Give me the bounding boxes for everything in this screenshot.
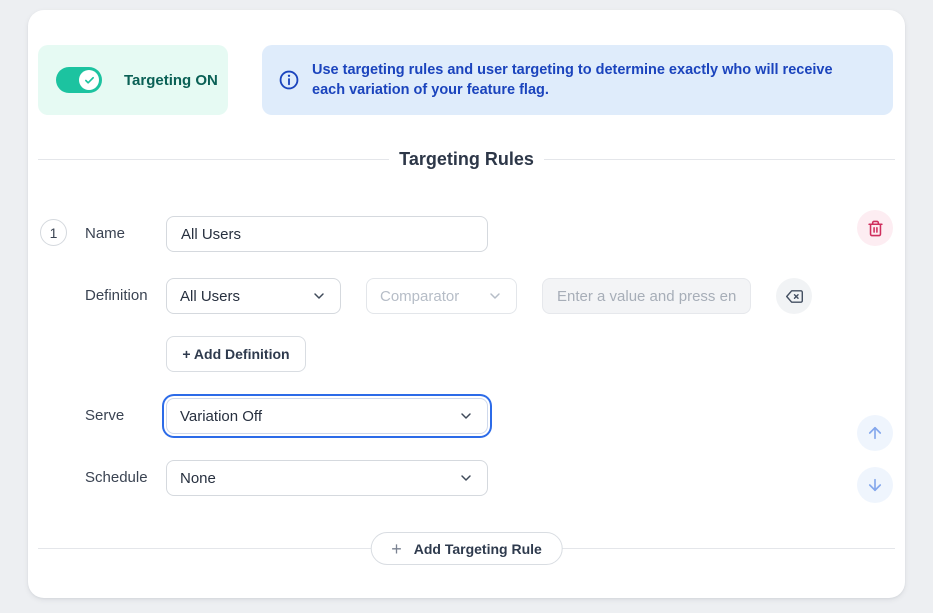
add-targeting-rule-label: Add Targeting Rule (414, 541, 542, 557)
comparator-select: Comparator (366, 278, 517, 314)
info-banner: Use targeting rules and user targeting t… (262, 45, 893, 115)
add-definition-button[interactable]: + Add Definition (166, 336, 306, 372)
section-title: Targeting Rules (399, 149, 534, 170)
backspace-icon (786, 288, 803, 305)
divider-line (544, 159, 895, 160)
targeting-toggle-box: Targeting ON (38, 45, 228, 115)
chevron-down-icon (487, 288, 503, 304)
plus-icon: + (391, 540, 402, 558)
serve-select-value: Variation Off (180, 408, 262, 425)
info-banner-text: Use targeting rules and user targeting t… (312, 60, 867, 100)
comparator-placeholder: Comparator (380, 288, 459, 305)
attribute-select[interactable]: All Users (166, 278, 341, 314)
divider-line (38, 159, 389, 160)
definition-value-input[interactable] (542, 278, 751, 314)
arrow-up-icon (866, 424, 884, 442)
serve-select[interactable]: Variation Off (166, 398, 488, 434)
toggle-knob (79, 70, 99, 90)
section-heading: Targeting Rules (38, 149, 895, 170)
name-label: Name (85, 225, 125, 242)
move-rule-down-button[interactable] (857, 467, 893, 503)
move-rule-up-button[interactable] (857, 415, 893, 451)
schedule-label: Schedule (85, 469, 148, 486)
toggle-label: Targeting ON (124, 72, 218, 89)
chevron-down-icon (458, 408, 474, 424)
info-icon (278, 69, 300, 91)
rule-name-input[interactable] (166, 216, 488, 252)
delete-rule-button[interactable] (857, 210, 893, 246)
definition-label: Definition (85, 287, 148, 304)
rule-number-badge: 1 (40, 219, 67, 246)
serve-label: Serve (85, 407, 124, 424)
schedule-select-value: None (180, 470, 216, 487)
trash-icon (867, 220, 884, 237)
schedule-select[interactable]: None (166, 460, 488, 496)
attribute-select-value: All Users (180, 288, 240, 305)
chevron-down-icon (458, 470, 474, 486)
arrow-down-icon (866, 476, 884, 494)
targeting-toggle[interactable] (56, 67, 102, 93)
check-icon (84, 75, 95, 86)
targeting-panel: Targeting ON Use targeting rules and use… (28, 10, 905, 598)
clear-values-button[interactable] (776, 278, 812, 314)
add-targeting-rule-button[interactable]: + Add Targeting Rule (370, 532, 563, 565)
chevron-down-icon (311, 288, 327, 304)
